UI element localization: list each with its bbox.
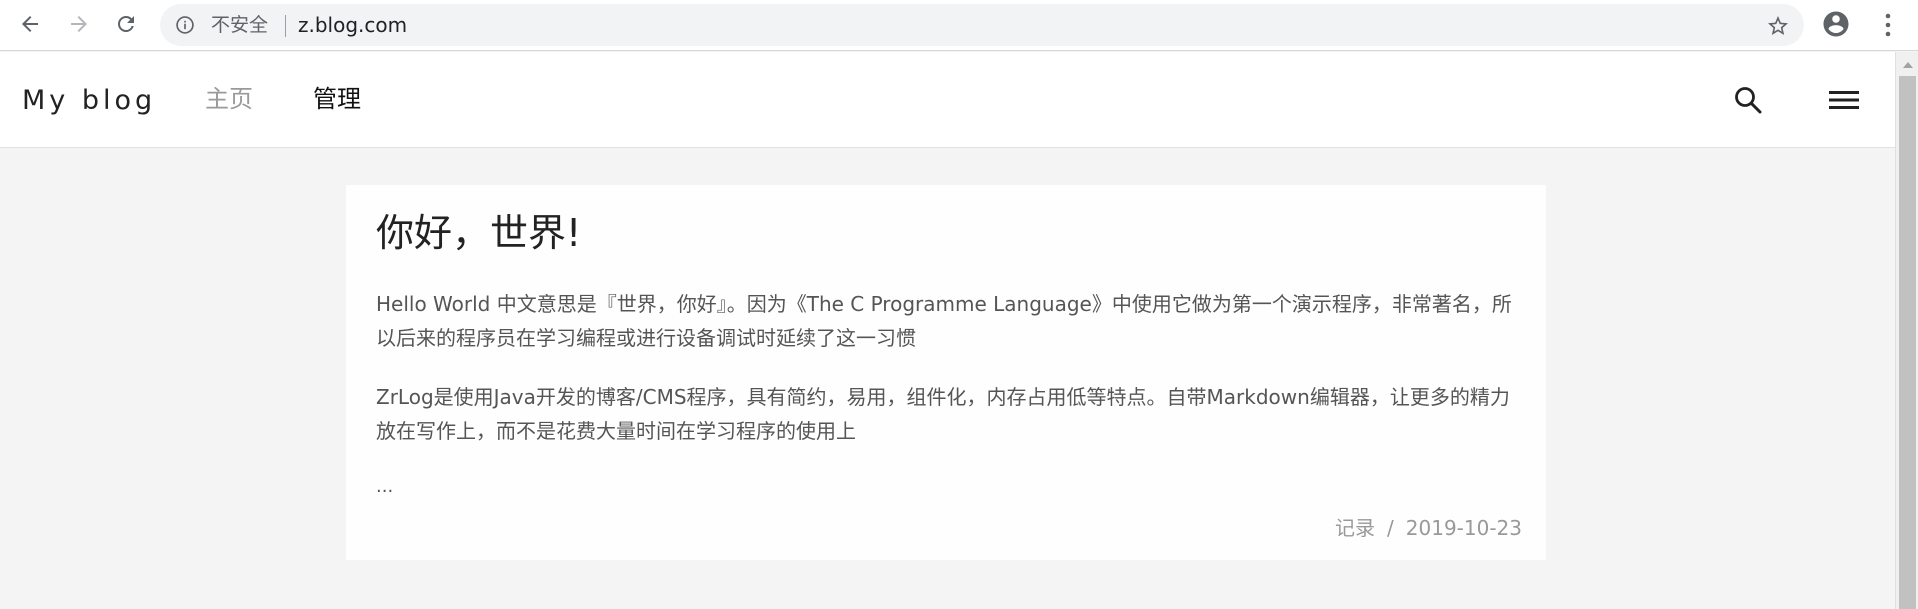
browser-toolbar: 不安全 z.blog.com: [0, 0, 1918, 51]
site-header: My blog 主页 管理: [0, 52, 1895, 148]
search-icon[interactable]: [1733, 85, 1763, 115]
back-arrow-icon: [22, 16, 38, 32]
forward-button[interactable]: [64, 9, 94, 39]
nav-admin-link[interactable]: 管理: [313, 83, 361, 115]
address-bar[interactable]: 不安全 z.blog.com: [160, 4, 1804, 46]
post-date: 2019-10-23: [1405, 516, 1522, 540]
nav-home-link[interactable]: 主页: [205, 83, 253, 115]
more-vert-icon[interactable]: [1876, 10, 1900, 40]
post-paragraph: Hello World 中文意思是『世界，你好』。因为《The C Progra…: [376, 292, 1512, 350]
forward-arrow-icon: [71, 16, 87, 32]
scrollbar-thumb[interactable]: [1899, 76, 1916, 609]
post-card: 你好，世界! Hello World 中文意思是『世界，你好』。因为《The C…: [346, 185, 1546, 560]
post-excerpt-ellipsis: ...: [376, 476, 394, 497]
hamburger-menu-icon[interactable]: [1828, 85, 1860, 115]
meta-separator: /: [1387, 516, 1394, 540]
post-paragraph: ZrLog是使用Java开发的博客/CMS程序，具有简约，易用，组件化，内存占用…: [376, 385, 1510, 443]
reload-icon: [118, 15, 134, 32]
star-icon[interactable]: [1766, 14, 1790, 38]
security-status-label[interactable]: 不安全: [211, 13, 268, 37]
reload-button[interactable]: [111, 9, 141, 39]
back-button[interactable]: [15, 9, 45, 39]
info-icon[interactable]: [175, 15, 195, 35]
scroll-up-arrow-icon[interactable]: [1903, 62, 1913, 68]
post-category-link[interactable]: 记录: [1335, 516, 1375, 540]
account-circle-icon[interactable]: [1821, 9, 1851, 39]
post-title[interactable]: 你好，世界!: [376, 210, 581, 256]
page-scrollbar[interactable]: [1895, 52, 1918, 609]
post-meta: 记录 / 2019-10-23: [1335, 515, 1522, 541]
site-title-link[interactable]: My blog: [22, 85, 156, 117]
url-text[interactable]: z.blog.com: [298, 13, 407, 37]
address-bar-divider: [285, 15, 286, 37]
